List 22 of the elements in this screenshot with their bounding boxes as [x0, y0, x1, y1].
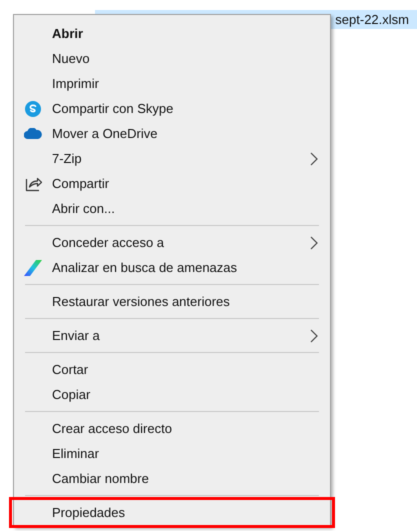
menu-item[interactable]: Conceder acceso a: [52, 232, 164, 252]
menu-item[interactable]: Propiedades: [52, 502, 125, 522]
cloud-icon: [24, 128, 42, 139]
menu-item[interactable]: Mover a OneDrive: [52, 124, 158, 144]
menu-item[interactable]: Imprimir: [52, 74, 99, 94]
menu-item[interactable]: Eliminar: [52, 444, 99, 464]
menu-item[interactable]: Crear acceso directo: [52, 418, 172, 438]
menu-item[interactable]: Cortar: [52, 360, 88, 380]
menu-item[interactable]: Analizar en busca de amenazas: [52, 258, 238, 278]
share-icon: [24, 176, 42, 192]
menu-item[interactable]: Compartir con Skype: [52, 98, 174, 118]
menu-item[interactable]: 7-Zip: [52, 148, 82, 168]
menu-item[interactable]: Nuevo: [52, 48, 90, 68]
skype-icon: [25, 100, 41, 116]
menu-item[interactable]: Abrir: [52, 24, 84, 44]
menu-item[interactable]: Abrir con...: [52, 198, 115, 218]
menu-item[interactable]: Enviar a: [52, 326, 100, 346]
slash-icon: [24, 260, 42, 276]
menu-item[interactable]: Cambiar nombre: [52, 468, 149, 488]
menu-item[interactable]: Restaurar versiones anteriores: [52, 292, 230, 312]
menu-item[interactable]: Copiar: [52, 384, 90, 404]
menu-item[interactable]: Compartir: [52, 174, 110, 194]
